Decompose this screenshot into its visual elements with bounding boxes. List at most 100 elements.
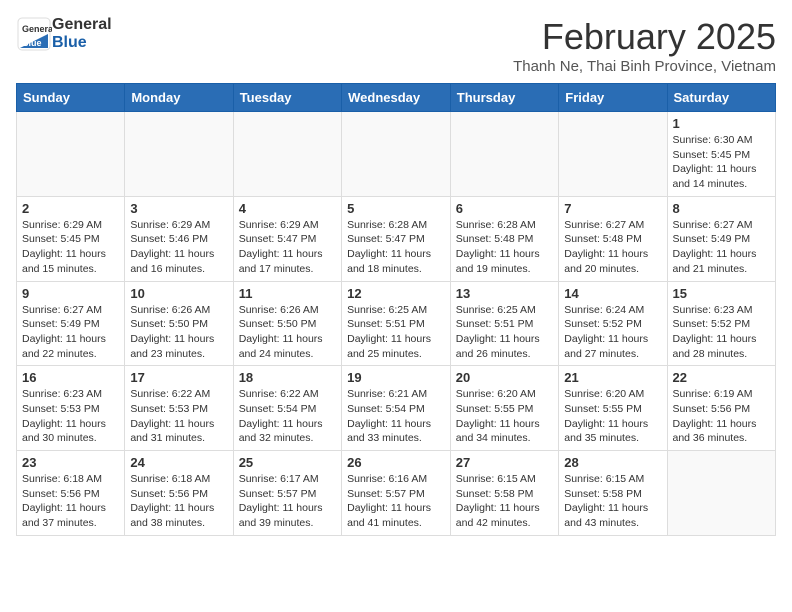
day-number: 21 xyxy=(564,370,661,385)
day-info: Sunrise: 6:17 AM Sunset: 5:57 PM Dayligh… xyxy=(239,472,336,531)
day-info: Sunrise: 6:26 AM Sunset: 5:50 PM Dayligh… xyxy=(239,303,336,362)
calendar-cell xyxy=(233,112,341,197)
day-info: Sunrise: 6:22 AM Sunset: 5:53 PM Dayligh… xyxy=(130,387,227,446)
day-number: 10 xyxy=(130,286,227,301)
day-info: Sunrise: 6:28 AM Sunset: 5:47 PM Dayligh… xyxy=(347,218,445,277)
day-number: 8 xyxy=(673,201,771,216)
weekday-header-wednesday: Wednesday xyxy=(342,84,451,112)
day-number: 15 xyxy=(673,286,771,301)
day-number: 3 xyxy=(130,201,227,216)
calendar-cell: 7 Sunrise: 6:27 AM Sunset: 5:48 PM Daylig… xyxy=(559,196,667,281)
calendar-cell: 8Sunrise: 6:27 AM Sunset: 5:49 PM Daylig… xyxy=(667,196,776,281)
day-info: Sunrise: 6:30 AM Sunset: 5:45 PM Dayligh… xyxy=(673,133,771,192)
calendar-cell xyxy=(559,112,667,197)
day-info: Sunrise: 6:26 AM Sunset: 5:50 PM Dayligh… xyxy=(130,303,227,362)
logo-blue: Blue xyxy=(52,34,112,52)
day-number: 7 xyxy=(564,201,661,216)
day-info: Sunrise: 6:29 AM Sunset: 5:47 PM Dayligh… xyxy=(239,218,336,277)
calendar-week-1: 1Sunrise: 6:30 AM Sunset: 5:45 PM Daylig… xyxy=(17,112,776,197)
calendar-cell: 16 Sunrise: 6:23 AM Sunset: 5:53 PM Dayli… xyxy=(17,366,125,451)
logo-icon: General Blue xyxy=(16,16,52,52)
day-info: Sunrise: 6:19 AM Sunset: 5:56 PM Dayligh… xyxy=(673,387,771,446)
day-info: Sunrise: 6:23 AM Sunset: 5:52 PM Dayligh… xyxy=(673,303,771,362)
calendar-cell: 21 Sunrise: 6:20 AM Sunset: 5:55 PM Dayli… xyxy=(559,366,667,451)
day-info: Sunrise: 6:15 AM Sunset: 5:58 PM Dayligh… xyxy=(456,472,553,531)
day-number: 6 xyxy=(456,201,553,216)
calendar-cell xyxy=(342,112,451,197)
calendar-cell: 11 Sunrise: 6:26 AM Sunset: 5:50 PM Dayli… xyxy=(233,281,341,366)
calendar-cell: 4 Sunrise: 6:29 AM Sunset: 5:47 PM Daylig… xyxy=(233,196,341,281)
svg-text:General: General xyxy=(22,24,52,34)
calendar-cell xyxy=(667,451,776,536)
day-info: Sunrise: 6:27 AM Sunset: 5:49 PM Dayligh… xyxy=(22,303,119,362)
day-number: 23 xyxy=(22,455,119,470)
calendar-cell: 17 Sunrise: 6:22 AM Sunset: 5:53 PM Dayli… xyxy=(125,366,233,451)
location: Thanh Ne, Thai Binh Province, Vietnam xyxy=(513,58,776,75)
weekday-header-row: SundayMondayTuesdayWednesdayThursdayFrid… xyxy=(17,84,776,112)
day-number: 27 xyxy=(456,455,553,470)
day-number: 20 xyxy=(456,370,553,385)
svg-text:Blue: Blue xyxy=(22,38,42,48)
calendar-cell: 27 Sunrise: 6:15 AM Sunset: 5:58 PM Dayli… xyxy=(450,451,558,536)
day-number: 19 xyxy=(347,370,445,385)
weekday-header-thursday: Thursday xyxy=(450,84,558,112)
day-number: 4 xyxy=(239,201,336,216)
day-number: 22 xyxy=(673,370,771,385)
day-number: 16 xyxy=(22,370,119,385)
month-title: February 2025 xyxy=(513,16,776,58)
day-info: Sunrise: 6:25 AM Sunset: 5:51 PM Dayligh… xyxy=(347,303,445,362)
day-info: Sunrise: 6:18 AM Sunset: 5:56 PM Dayligh… xyxy=(130,472,227,531)
page-header: General Blue General Blue February 2025 … xyxy=(16,16,776,75)
calendar-cell: 9Sunrise: 6:27 AM Sunset: 5:49 PM Daylig… xyxy=(17,281,125,366)
weekday-header-friday: Friday xyxy=(559,84,667,112)
day-number: 28 xyxy=(564,455,661,470)
title-block: February 2025 Thanh Ne, Thai Binh Provin… xyxy=(513,16,776,75)
day-info: Sunrise: 6:25 AM Sunset: 5:51 PM Dayligh… xyxy=(456,303,553,362)
day-info: Sunrise: 6:18 AM Sunset: 5:56 PM Dayligh… xyxy=(22,472,119,531)
day-info: Sunrise: 6:29 AM Sunset: 5:45 PM Dayligh… xyxy=(22,218,119,277)
weekday-header-tuesday: Tuesday xyxy=(233,84,341,112)
calendar-table: SundayMondayTuesdayWednesdayThursdayFrid… xyxy=(16,83,776,536)
day-number: 18 xyxy=(239,370,336,385)
calendar-cell: 3 Sunrise: 6:29 AM Sunset: 5:46 PM Daylig… xyxy=(125,196,233,281)
day-info: Sunrise: 6:27 AM Sunset: 5:48 PM Dayligh… xyxy=(564,218,661,277)
day-info: Sunrise: 6:23 AM Sunset: 5:53 PM Dayligh… xyxy=(22,387,119,446)
logo-text: General Blue xyxy=(52,16,112,52)
calendar-cell: 13 Sunrise: 6:25 AM Sunset: 5:51 PM Dayli… xyxy=(450,281,558,366)
day-info: Sunrise: 6:28 AM Sunset: 5:48 PM Dayligh… xyxy=(456,218,553,277)
calendar-cell: 1Sunrise: 6:30 AM Sunset: 5:45 PM Daylig… xyxy=(667,112,776,197)
calendar-cell: 20 Sunrise: 6:20 AM Sunset: 5:55 PM Dayli… xyxy=(450,366,558,451)
calendar-cell xyxy=(450,112,558,197)
day-number: 24 xyxy=(130,455,227,470)
day-number: 5 xyxy=(347,201,445,216)
calendar-cell: 28 Sunrise: 6:15 AM Sunset: 5:58 PM Dayli… xyxy=(559,451,667,536)
calendar-cell: 22 Sunrise: 6:19 AM Sunset: 5:56 PM Dayli… xyxy=(667,366,776,451)
weekday-header-sunday: Sunday xyxy=(17,84,125,112)
calendar-cell: 15 Sunrise: 6:23 AM Sunset: 5:52 PM Dayli… xyxy=(667,281,776,366)
day-number: 11 xyxy=(239,286,336,301)
calendar-cell: 12Sunrise: 6:25 AM Sunset: 5:51 PM Dayli… xyxy=(342,281,451,366)
day-info: Sunrise: 6:20 AM Sunset: 5:55 PM Dayligh… xyxy=(456,387,553,446)
day-info: Sunrise: 6:24 AM Sunset: 5:52 PM Dayligh… xyxy=(564,303,661,362)
day-number: 14 xyxy=(564,286,661,301)
day-info: Sunrise: 6:22 AM Sunset: 5:54 PM Dayligh… xyxy=(239,387,336,446)
day-number: 13 xyxy=(456,286,553,301)
calendar-cell: 10 Sunrise: 6:26 AM Sunset: 5:50 PM Dayli… xyxy=(125,281,233,366)
day-info: Sunrise: 6:15 AM Sunset: 5:58 PM Dayligh… xyxy=(564,472,661,531)
day-number: 2 xyxy=(22,201,119,216)
day-info: Sunrise: 6:20 AM Sunset: 5:55 PM Dayligh… xyxy=(564,387,661,446)
calendar-week-4: 16 Sunrise: 6:23 AM Sunset: 5:53 PM Dayli… xyxy=(17,366,776,451)
calendar-cell: 23 Sunrise: 6:18 AM Sunset: 5:56 PM Dayli… xyxy=(17,451,125,536)
day-info: Sunrise: 6:16 AM Sunset: 5:57 PM Dayligh… xyxy=(347,472,445,531)
calendar-week-2: 2 Sunrise: 6:29 AM Sunset: 5:45 PM Daylig… xyxy=(17,196,776,281)
calendar-cell: 24 Sunrise: 6:18 AM Sunset: 5:56 PM Dayli… xyxy=(125,451,233,536)
calendar-cell: 6 Sunrise: 6:28 AM Sunset: 5:48 PM Daylig… xyxy=(450,196,558,281)
calendar-cell: 19Sunrise: 6:21 AM Sunset: 5:54 PM Dayli… xyxy=(342,366,451,451)
calendar-cell: 18 Sunrise: 6:22 AM Sunset: 5:54 PM Dayli… xyxy=(233,366,341,451)
calendar-cell: 5 Sunrise: 6:28 AM Sunset: 5:47 PM Daylig… xyxy=(342,196,451,281)
logo-general: General xyxy=(52,16,112,34)
calendar-week-5: 23 Sunrise: 6:18 AM Sunset: 5:56 PM Dayli… xyxy=(17,451,776,536)
weekday-header-monday: Monday xyxy=(125,84,233,112)
day-number: 17 xyxy=(130,370,227,385)
day-info: Sunrise: 6:29 AM Sunset: 5:46 PM Dayligh… xyxy=(130,218,227,277)
